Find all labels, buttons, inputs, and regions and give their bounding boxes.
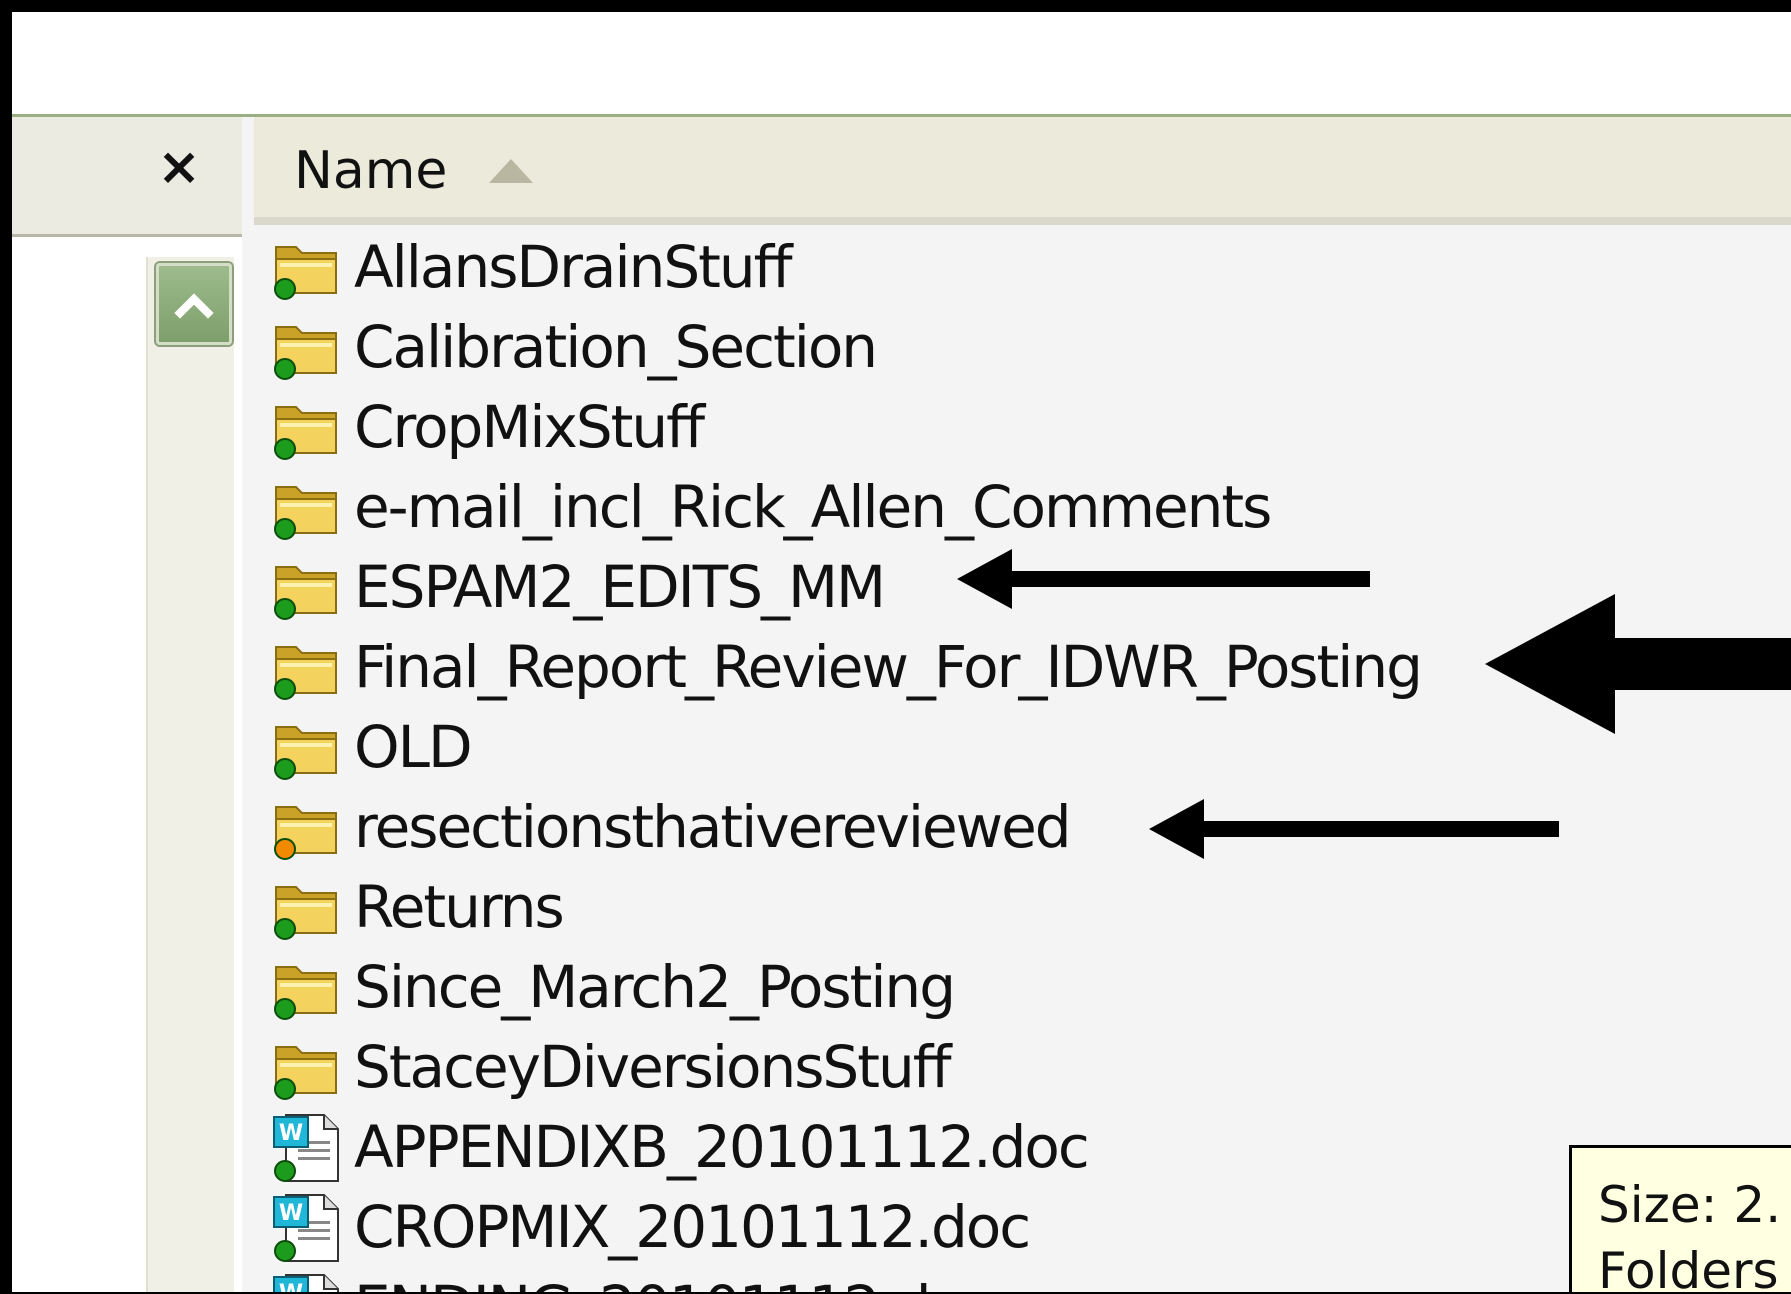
- folder-icon: [272, 393, 342, 463]
- folder-row[interactable]: Returns: [242, 867, 1791, 947]
- annotation-arrow-final-report: [1485, 594, 1791, 734]
- file-list: AllansDrainStuff Calibration_Section Cro…: [242, 227, 1791, 1292]
- close-pane-button[interactable]: ×: [149, 137, 209, 197]
- folder-icon: [272, 633, 342, 703]
- folder-icon: [272, 873, 342, 943]
- folders-pane: ×: [12, 117, 242, 1292]
- folder-icon: [272, 553, 342, 623]
- folder-row[interactable]: e-mail_incl_Rick_Allen_Comments: [242, 467, 1791, 547]
- item-name: AllansDrainStuff: [354, 233, 793, 301]
- folder-icon: [272, 473, 342, 543]
- annotation-arrow-resections: [1149, 799, 1559, 859]
- item-name: ESPAM2_EDITS_MM: [354, 553, 886, 621]
- item-name: CROPMIX_20101112.doc: [354, 1193, 1031, 1261]
- column-header-bar: Name: [254, 117, 1791, 225]
- folder-icon: [272, 713, 342, 783]
- name-column-label: Name: [294, 141, 448, 201]
- window-frame: × Name AllansDrainStuff Calibration_Sect…: [0, 0, 1791, 1294]
- folders-pane-header: ×: [12, 117, 242, 237]
- folder-icon: [272, 1033, 342, 1103]
- folder-icon: [272, 793, 342, 863]
- tooltip-size-line: Size: 2.: [1598, 1176, 1782, 1234]
- svg-text:W: W: [279, 1201, 303, 1226]
- tooltip-folders-line: Folders: [1598, 1242, 1779, 1292]
- explorer-window: × Name AllansDrainStuff Calibration_Sect…: [12, 12, 1791, 1292]
- item-name: Final_Report_Review_For_IDWR_Posting: [354, 633, 1423, 701]
- sort-ascending-icon: [489, 159, 534, 183]
- scroll-up-button[interactable]: [156, 263, 232, 345]
- scrollbar-track[interactable]: [146, 257, 234, 1292]
- word-document-icon: W: [272, 1273, 342, 1292]
- item-name: APPENDIXB_20101112.doc: [354, 1113, 1090, 1181]
- item-name: Calibration_Section: [354, 313, 878, 381]
- address-bar-area: [12, 12, 1791, 117]
- folder-icon: [272, 953, 342, 1023]
- svg-text:W: W: [279, 1121, 303, 1146]
- item-name: Returns: [354, 873, 565, 941]
- folder-row[interactable]: Calibration_Section: [242, 307, 1791, 387]
- item-name: Since_March2_Posting: [354, 953, 956, 1021]
- svg-text:W: W: [279, 1281, 303, 1292]
- annotation-arrow-espam: [957, 549, 1370, 609]
- word-document-icon: W: [272, 1193, 342, 1263]
- folder-icon: [272, 313, 342, 383]
- item-name: OLD: [354, 713, 473, 781]
- file-row[interactable]: W ENDING_20101112.doc: [242, 1267, 1791, 1292]
- item-name: CropMixStuff: [354, 393, 705, 461]
- folder-row[interactable]: Since_March2_Posting: [242, 947, 1791, 1027]
- folder-row[interactable]: CropMixStuff: [242, 387, 1791, 467]
- folder-row[interactable]: AllansDrainStuff: [242, 227, 1791, 307]
- item-name: ENDING_20101112.doc: [354, 1271, 995, 1292]
- item-name: resectionsthativereviewed: [354, 793, 1072, 861]
- file-row[interactable]: W APPENDIXB_20101112.doc: [242, 1107, 1791, 1187]
- word-document-icon: W: [272, 1113, 342, 1183]
- info-tooltip: Size: 2. Folders: [1569, 1145, 1791, 1292]
- file-row[interactable]: W CROPMIX_20101112.doc: [242, 1187, 1791, 1267]
- item-name: e-mail_incl_Rick_Allen_Comments: [354, 473, 1272, 541]
- chevron-up-icon: [174, 293, 214, 319]
- name-column-header[interactable]: Name: [294, 141, 534, 201]
- item-name: StaceyDiversionsStuff: [354, 1033, 952, 1101]
- folder-icon: [272, 233, 342, 303]
- folder-row[interactable]: StaceyDiversionsStuff: [242, 1027, 1791, 1107]
